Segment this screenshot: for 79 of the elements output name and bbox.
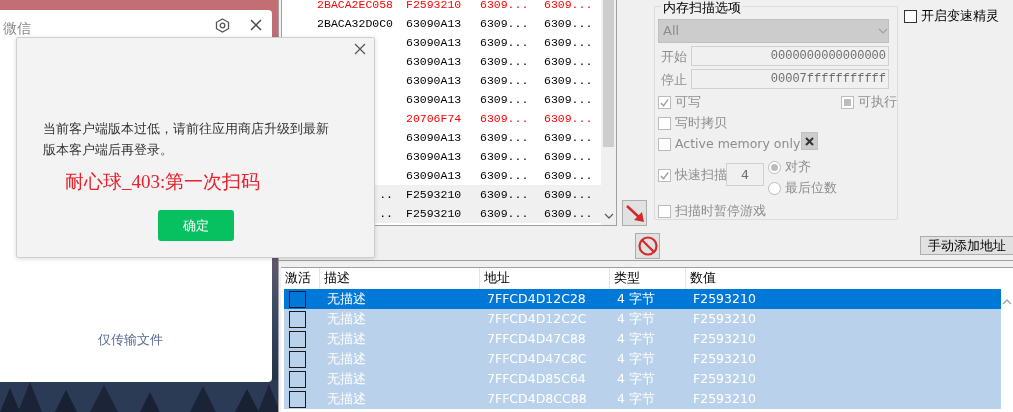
checkbox[interactable] (289, 290, 306, 308)
table-cell-text: 63090A13 (406, 129, 463, 146)
table-cell-text: 6309... (544, 186, 594, 203)
table-cell-text: 6309... (480, 15, 530, 32)
column-header[interactable]: 激活 (281, 268, 319, 289)
dialog-message: 当前客户端版本过低，请前往应用商店升级到最新版本客户端后再登录。 (43, 120, 330, 159)
field-label: 停止 (661, 71, 687, 89)
table-cell-text: 6309... (480, 34, 530, 51)
table-cell-text: 6309... (544, 148, 594, 165)
table-cell-text: 2BACA32D0C0 (316, 15, 393, 32)
close-icon (804, 135, 815, 147)
table-cell-text: 6309... (544, 0, 594, 13)
table-cell-text: 6309... (480, 167, 530, 184)
table-cell-text: F2593210 (406, 0, 463, 13)
radio-label: 最后位数 (785, 179, 837, 197)
table-cell-text: 20706F74 (406, 110, 463, 127)
table-cell-text: 6309... (480, 110, 530, 127)
checkbox-label: 可执行 (858, 93, 897, 111)
table-cell-text: 6309... (480, 186, 530, 203)
table-cell-text: 6309... (480, 205, 530, 222)
table-row[interactable]: 2BACA32D0C0 63090A13 6309... 6309... (282, 14, 602, 33)
close-icon[interactable] (354, 43, 366, 55)
table-cell-text: .. (378, 186, 393, 203)
checkbox[interactable] (904, 9, 917, 23)
table-cell-text: 6309... (480, 129, 530, 146)
table-cell-text: 6309... (544, 167, 594, 184)
table-cell-text: 6309... (544, 91, 594, 108)
checkbox-label: 写时拷贝 (675, 114, 727, 132)
add-address-button[interactable]: 手动添加地址 (920, 236, 1013, 255)
checkbox-label: 快速扫描 (675, 166, 727, 184)
scrollbar[interactable] (601, 0, 616, 225)
table-row[interactable]: 无描述 7FFCD4D12C28 4 字节 F2593210 (284, 289, 1001, 309)
table-cell-text: 6309... (544, 53, 594, 70)
table-cell-text: 6309... (544, 15, 594, 32)
annotation-text: 耐心球_403:第一次扫码 (65, 170, 261, 194)
table-cell-text: F2593210 (406, 186, 463, 203)
table-cell-text: F2593210 (406, 205, 463, 222)
checkbox[interactable] (289, 370, 306, 388)
table-cell-text: 63090A13 (406, 15, 463, 32)
table-cell-text: 6309... (544, 110, 594, 127)
table-cell-text: 6309... (544, 205, 594, 222)
no-entry-icon (636, 235, 659, 257)
table-cell-text: 63090A13 (406, 167, 463, 184)
checkbox[interactable] (289, 350, 306, 368)
table-cell-text: 6309... (480, 148, 530, 165)
field-label: 开始 (661, 48, 687, 66)
table-cell-text: 63090A13 (406, 34, 463, 51)
table-cell-text: 6309... (480, 53, 530, 70)
table-cell-text: 6309... (480, 91, 530, 108)
close-icon[interactable] (249, 18, 263, 32)
table-cell-text: 6309... (544, 129, 594, 146)
arrow-button[interactable] (622, 200, 647, 226)
checkbox[interactable] (289, 390, 306, 408)
table-cell-text: 6309... (480, 0, 530, 13)
table-cell-text: 2BACA2EC058 (316, 0, 393, 13)
table-cell-text: 63090A13 (406, 91, 463, 108)
table-row[interactable]: 2BACA2EC058 F2593210 6309... 6309... (282, 0, 602, 14)
radio-label: 对齐 (785, 158, 811, 176)
table-cell-text: 6309... (544, 72, 594, 89)
checkbox-label: 扫描时暂停游戏 (675, 202, 766, 220)
checkbox[interactable] (289, 310, 306, 328)
file-transfer-link[interactable]: 仅传输文件 (98, 330, 163, 350)
chevron-up-icon[interactable] (1002, 298, 1012, 306)
checkbox[interactable] (289, 330, 306, 348)
caret-icon (878, 27, 888, 35)
table-cell-text: .. (378, 205, 393, 222)
window-title: 微信 (3, 19, 31, 38)
table-cell-text: 6309... (544, 34, 594, 51)
checkbox-label: 可写 (675, 93, 701, 111)
table-cell-text: 6309... (480, 72, 530, 89)
checkbox-label: 开启变速精灵 (921, 7, 999, 25)
checkbox-label: Active memory only (675, 135, 801, 153)
table-cell-text: 63090A13 (406, 72, 463, 89)
stop-button[interactable] (635, 233, 660, 259)
table-cell-text: 63090A13 (406, 148, 463, 165)
table-cell-text: 63090A13 (406, 53, 463, 70)
settings-icon[interactable] (215, 18, 230, 33)
scrollbar-thumb[interactable] (603, 0, 614, 147)
chevron-down-icon[interactable] (604, 212, 614, 220)
